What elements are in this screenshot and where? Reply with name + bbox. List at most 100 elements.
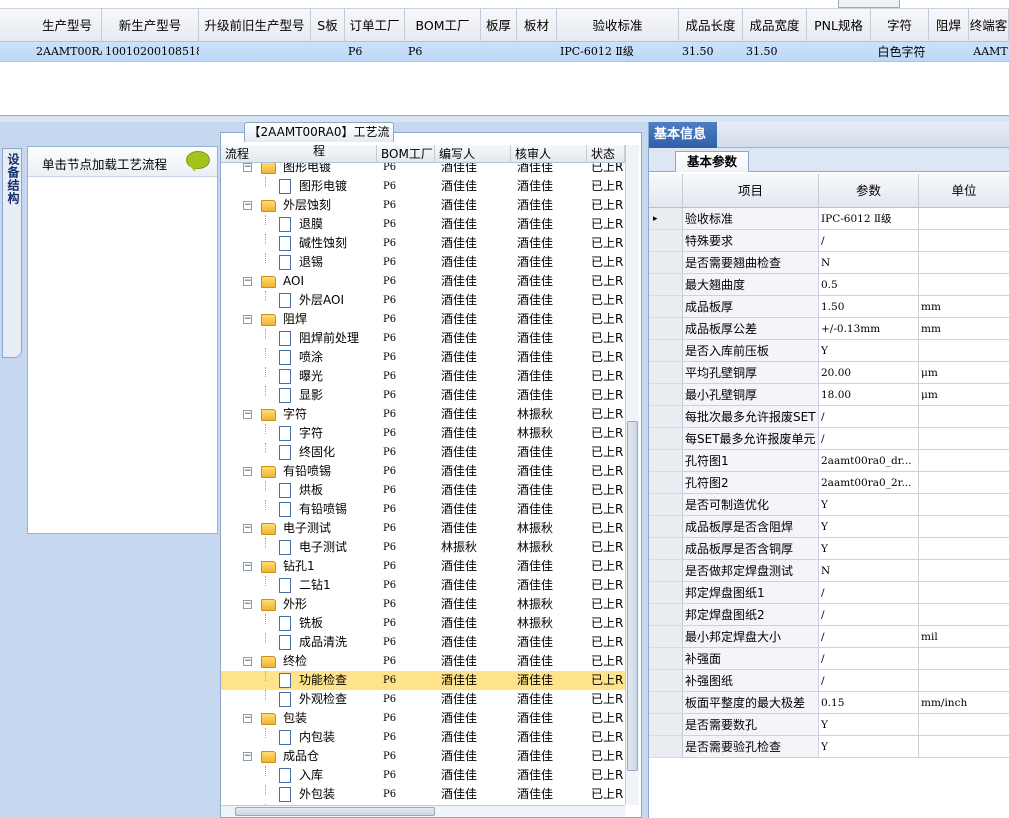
column-header[interactable]: 核审人 bbox=[511, 145, 587, 163]
horizontal-scrollbar[interactable] bbox=[221, 805, 625, 817]
param-row[interactable]: 最小孔壁铜厚 18.00 μm bbox=[649, 384, 1009, 406]
tree-row[interactable]: 烘板 P6 酒佳佳 酒佳佳 已上R bbox=[221, 481, 625, 500]
column-header[interactable]: 板厚 bbox=[481, 9, 517, 42]
param-value[interactable]: N bbox=[819, 560, 919, 582]
collapse-toggle[interactable]: − bbox=[243, 467, 252, 476]
param-row[interactable]: 是否做邦定焊盘测试 N bbox=[649, 560, 1009, 582]
tree-row[interactable]: 外观检查 P6 酒佳佳 酒佳佳 已上R bbox=[221, 690, 625, 709]
tree-row[interactable]: 内包装 P6 酒佳佳 酒佳佳 已上R bbox=[221, 728, 625, 747]
tree-row[interactable]: − AOI P6 酒佳佳 酒佳佳 已上R bbox=[221, 272, 625, 291]
param-row[interactable]: 邦定焊盘图纸2/ bbox=[649, 604, 1009, 626]
tree-row[interactable]: 阻焊前处理 P6 酒佳佳 酒佳佳 已上R bbox=[221, 329, 625, 348]
collapse-toggle[interactable]: − bbox=[243, 277, 252, 286]
param-row[interactable]: 是否可制造优化 Y bbox=[649, 494, 1009, 516]
tree-row[interactable]: 外层AOI P6 酒佳佳 酒佳佳 已上R bbox=[221, 291, 625, 310]
param-value[interactable]: 18.00 bbox=[819, 384, 919, 406]
param-value[interactable]: +/-0.13mm bbox=[819, 318, 919, 340]
tree-row[interactable]: − 钻孔1 P6 酒佳佳 酒佳佳 已上R bbox=[221, 557, 625, 576]
param-row[interactable]: 成品板厚是否含阻焊 Y bbox=[649, 516, 1009, 538]
column-header[interactable]: 单位 bbox=[919, 174, 1009, 208]
tree-row[interactable]: 喷涂 P6 酒佳佳 酒佳佳 已上R bbox=[221, 348, 625, 367]
scroll-thumb[interactable] bbox=[627, 421, 638, 771]
tree-row[interactable]: 碱性蚀刻 P6 酒佳佳 酒佳佳 已上R bbox=[221, 234, 625, 253]
param-value[interactable]: 0.5 bbox=[819, 274, 919, 296]
table-cell[interactable]: IPC-6012 Ⅱ级 bbox=[560, 42, 679, 62]
tree-row[interactable]: 铣板 P6 酒佳佳 林振秋 已上R bbox=[221, 614, 625, 633]
column-header[interactable]: BOM工厂 bbox=[405, 9, 481, 42]
column-header[interactable]: 升级前旧生产型号 bbox=[199, 9, 311, 42]
column-header[interactable]: 成品宽度 bbox=[743, 9, 807, 42]
param-value[interactable]: 1.50 bbox=[819, 296, 919, 318]
param-row[interactable]: 是否入库前压板 Y bbox=[649, 340, 1009, 362]
collapse-toggle[interactable]: − bbox=[243, 315, 252, 324]
column-header[interactable]: 生产型号 bbox=[33, 9, 102, 42]
collapse-toggle[interactable]: − bbox=[243, 752, 252, 761]
param-row[interactable]: 平均孔壁铜厚 20.00 μm bbox=[649, 362, 1009, 384]
column-header[interactable]: 状态 bbox=[587, 145, 625, 163]
param-value[interactable]: Y bbox=[819, 494, 919, 516]
table-cell[interactable] bbox=[520, 42, 557, 62]
table-cell[interactable] bbox=[484, 42, 517, 62]
param-row[interactable]: 是否需要数孔 Y bbox=[649, 714, 1009, 736]
tree-row[interactable]: 字符 P6 酒佳佳 林振秋 已上R bbox=[221, 424, 625, 443]
tree-row[interactable]: − 外形 P6 酒佳佳 林振秋 已上R bbox=[221, 595, 625, 614]
column-header[interactable]: 终端客 bbox=[969, 9, 1009, 42]
collapse-toggle[interactable]: − bbox=[243, 201, 252, 210]
param-value[interactable]: / bbox=[819, 406, 919, 428]
param-row[interactable]: 补强面 / bbox=[649, 648, 1009, 670]
tree-row[interactable]: − 电子测试 P6 酒佳佳 林振秋 已上R bbox=[221, 519, 625, 538]
tree-row[interactable]: 外包装 P6 酒佳佳 酒佳佳 已上R bbox=[221, 785, 625, 804]
column-header[interactable]: 成品长度 bbox=[679, 9, 743, 42]
param-value[interactable]: 2aamt00ra0_dr... bbox=[819, 450, 919, 472]
tree-row[interactable]: 显影 P6 酒佳佳 酒佳佳 已上R bbox=[221, 386, 625, 405]
param-row[interactable]: 成品板厚 1.50 mm bbox=[649, 296, 1009, 318]
column-header[interactable]: 项目 bbox=[683, 174, 819, 208]
param-row[interactable]: 板面平整度的最大极差 0.15 mm/inch bbox=[649, 692, 1009, 714]
tree-row[interactable]: − 包装 P6 酒佳佳 酒佳佳 已上R bbox=[221, 709, 625, 728]
collapse-toggle[interactable]: − bbox=[243, 714, 252, 723]
column-header[interactable]: S板 bbox=[311, 9, 345, 42]
tree-row[interactable]: 终固化 P6 酒佳佳 酒佳佳 已上R bbox=[221, 443, 625, 462]
tree-row[interactable]: − 成品仓 P6 酒佳佳 酒佳佳 已上R bbox=[221, 747, 625, 766]
param-value[interactable]: / bbox=[819, 582, 919, 604]
param-value[interactable]: / bbox=[819, 428, 919, 450]
vertical-scrollbar[interactable] bbox=[625, 145, 639, 805]
tab-basic-params[interactable]: 基本参数 bbox=[675, 151, 749, 172]
tree-row[interactable]: 功能检查 P6 酒佳佳 酒佳佳 已上R bbox=[221, 671, 625, 690]
tree-row[interactable]: 电子测试 P6 林振秋 林振秋 已上R bbox=[221, 538, 625, 557]
top-tab[interactable] bbox=[838, 0, 900, 8]
param-row[interactable]: 每SET最多允许报废单元 / bbox=[649, 428, 1009, 450]
tree-row[interactable]: 图形电镀 P6 酒佳佳 酒佳佳 已上R bbox=[221, 177, 625, 196]
table-cell[interactable] bbox=[810, 42, 871, 62]
collapse-toggle[interactable]: − bbox=[243, 600, 252, 609]
collapse-toggle[interactable]: − bbox=[243, 657, 252, 666]
param-row[interactable]: 孔符图1 2aamt00ra0_dr... bbox=[649, 450, 1009, 472]
tree-row[interactable]: 曝光 P6 酒佳佳 酒佳佳 已上R bbox=[221, 367, 625, 386]
tree-row[interactable]: − 外层蚀刻 P6 酒佳佳 酒佳佳 已上R bbox=[221, 196, 625, 215]
tree-row[interactable]: 退膜 P6 酒佳佳 酒佳佳 已上R bbox=[221, 215, 625, 234]
param-row[interactable]: 是否需要验孔检查 Y bbox=[649, 736, 1009, 758]
tree-row[interactable]: − 有铅喷锡 P6 酒佳佳 酒佳佳 已上R bbox=[221, 462, 625, 481]
param-row[interactable]: 孔符图2 2aamt00ra0_2r... bbox=[649, 472, 1009, 494]
param-row[interactable]: 成品板厚是否含铜厚 Y bbox=[649, 538, 1009, 560]
tree-row[interactable]: − 阻焊 P6 酒佳佳 酒佳佳 已上R bbox=[221, 310, 625, 329]
column-header[interactable]: 参数 bbox=[819, 174, 919, 208]
tree-row[interactable]: − 终检 P6 酒佳佳 酒佳佳 已上R bbox=[221, 652, 625, 671]
device-structure-tab[interactable]: 设备结构 bbox=[2, 148, 22, 358]
param-row[interactable]: 最大翘曲度 0.5 bbox=[649, 274, 1009, 296]
collapse-toggle[interactable]: − bbox=[243, 524, 252, 533]
param-value[interactable]: 0.15 bbox=[819, 692, 919, 714]
param-value[interactable]: Y bbox=[819, 538, 919, 560]
param-row[interactable]: 成品板厚公差 +/-0.13mm mm bbox=[649, 318, 1009, 340]
tree-row[interactable]: 成品清洗 P6 酒佳佳 酒佳佳 已上R bbox=[221, 633, 625, 652]
column-header[interactable]: BOM工厂 bbox=[377, 145, 435, 163]
collapse-toggle[interactable]: − bbox=[243, 163, 252, 172]
param-value[interactable]: N bbox=[819, 252, 919, 274]
param-value[interactable]: IPC-6012 Ⅱ级 bbox=[819, 208, 919, 230]
table-cell[interactable]: 白色字符 bbox=[874, 42, 929, 62]
tree-row[interactable]: 入库 P6 酒佳佳 酒佳佳 已上R bbox=[221, 766, 625, 785]
param-row[interactable]: 特殊要求 / bbox=[649, 230, 1009, 252]
param-value[interactable]: / bbox=[819, 230, 919, 252]
param-value[interactable]: Y bbox=[819, 714, 919, 736]
param-value[interactable]: / bbox=[819, 670, 919, 692]
